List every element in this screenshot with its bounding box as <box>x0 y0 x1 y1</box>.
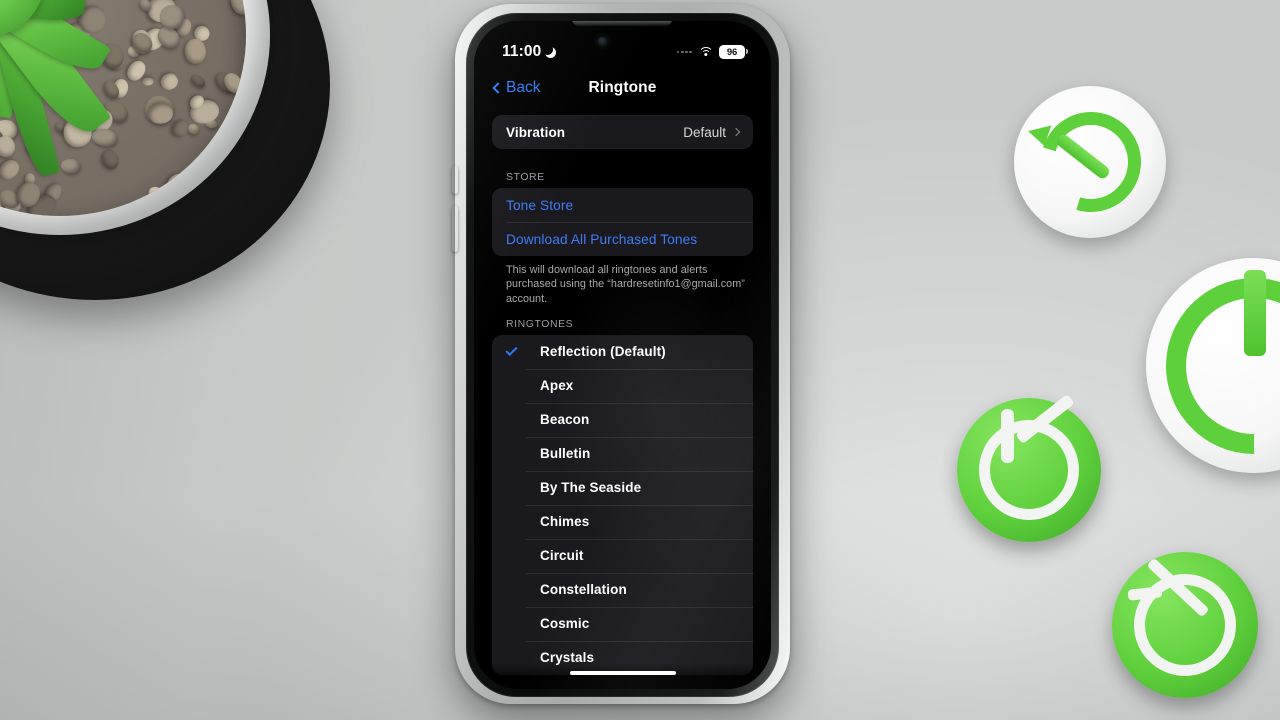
ringtone-row[interactable]: Reflection (Default) <box>492 335 753 369</box>
ringtone-row[interactable]: By The Seaside <box>492 471 753 505</box>
tone-store-row[interactable]: Tone Store <box>492 188 753 222</box>
vibration-value: Default <box>683 125 739 140</box>
ringtone-name: Bulletin <box>540 446 590 461</box>
ringtone-row[interactable]: Cosmic <box>492 607 753 641</box>
home-indicator[interactable] <box>570 671 676 676</box>
chevron-left-icon <box>492 82 503 93</box>
store-group: Tone Store Download All Purchased Tones <box>492 188 753 256</box>
ringtone-name: By The Seaside <box>540 480 641 495</box>
ringtone-name: Reflection (Default) <box>540 344 666 359</box>
ringtone-name: Cosmic <box>540 616 589 631</box>
checkmark-icon <box>506 350 526 353</box>
ringtones-group: Reflection (Default) Apex Beacon Bulletin By… <box>492 335 753 675</box>
volume-down-button[interactable] <box>452 206 458 252</box>
vibration-label: Vibration <box>506 125 565 140</box>
vibration-value-text: Default <box>683 125 726 140</box>
download-purchased-tones-label: Download All Purchased Tones <box>506 232 697 247</box>
ringtone-row[interactable]: Beacon <box>492 403 753 437</box>
ringtone-row[interactable]: Chimes <box>492 505 753 539</box>
ringtone-name: Beacon <box>540 412 589 427</box>
vibration-group: Vibration Default <box>492 115 753 149</box>
ringtone-row[interactable]: Constellation <box>492 573 753 607</box>
store-section-header: STORE <box>474 171 771 188</box>
status-time: 11:00 <box>502 43 556 61</box>
plant-leaves <box>0 0 246 216</box>
ringtone-name: Circuit <box>540 548 583 563</box>
back-button[interactable]: Back <box>494 79 540 97</box>
navigation-bar: Back Ringtone <box>474 67 771 109</box>
vibration-row[interactable]: Vibration Default <box>492 115 753 149</box>
tone-store-label: Tone Store <box>506 198 573 213</box>
ringtone-row[interactable]: Circuit <box>492 539 753 573</box>
power-stem-large <box>1244 270 1266 356</box>
back-button-label: Back <box>506 79 540 97</box>
ringtone-row[interactable]: Apex <box>492 369 753 403</box>
ringtone-name: Crystals <box>540 650 594 665</box>
ringtone-row[interactable]: Bulletin <box>492 437 753 471</box>
status-time-text: 11:00 <box>502 43 541 61</box>
download-purchased-tones-row[interactable]: Download All Purchased Tones <box>492 222 753 256</box>
page-title: Ringtone <box>589 79 657 97</box>
chevron-right-icon <box>732 128 740 136</box>
volume-up-button[interactable] <box>452 166 458 194</box>
battery-icon: 96 <box>719 45 745 59</box>
ringtone-name: Chimes <box>540 514 589 529</box>
battery-percent-text: 96 <box>727 47 737 58</box>
settings-content: Vibration Default STORE Tone Store Downl… <box>474 109 771 689</box>
store-footnote: This will download all ringtones and ale… <box>474 256 771 306</box>
ringtone-name: Apex <box>540 378 573 393</box>
wifi-icon <box>698 47 713 58</box>
ringtone-name: Constellation <box>540 582 627 597</box>
status-indicators: 96 <box>677 45 745 59</box>
phone-screen[interactable]: 11:00 96 Back Ringtone Vibration Default… <box>474 21 771 689</box>
ringtones-section-header: RINGTONES <box>474 318 771 335</box>
earpiece-speaker <box>572 21 672 26</box>
cellular-dots-icon <box>677 51 692 54</box>
power-stem-small-white <box>1001 409 1014 463</box>
status-bar: 11:00 96 <box>474 37 771 67</box>
crescent-moon-icon <box>545 47 556 58</box>
